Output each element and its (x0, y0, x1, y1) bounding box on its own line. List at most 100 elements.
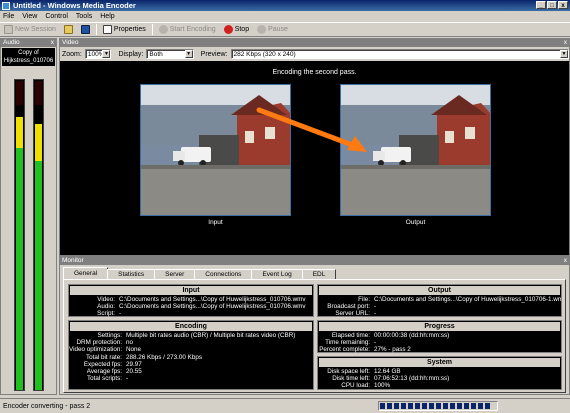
meter-yellow-zone (35, 124, 42, 161)
stat-label: Average fps: (86, 367, 122, 375)
output-rows: File: C:\Documents and Settings...\Copy o… (318, 296, 561, 318)
chevron-down-icon[interactable]: ▼ (559, 50, 568, 58)
stat-row: Video optimization: None (69, 346, 313, 353)
stat-value: - (374, 339, 377, 347)
properties-button[interactable]: Properties (101, 24, 148, 36)
meter-green-zone (35, 161, 42, 390)
stat-value: C:\Documents and Settings...\Copy of Huw… (119, 303, 306, 311)
menu-file[interactable]: File (3, 13, 14, 20)
input-label: Input (208, 219, 223, 226)
close-icon[interactable]: x (564, 257, 567, 265)
menu-tools[interactable]: Tools (76, 13, 92, 20)
stat-row: Server URL: - (318, 310, 561, 317)
preview-select[interactable]: 282 Kbps (320 x 240) ▼ (230, 49, 569, 59)
properties-label: Properties (113, 26, 146, 33)
toolbar: New Session Properties Start Encoding St… (0, 22, 570, 37)
zoom-select[interactable]: 100% ▼ (84, 49, 112, 59)
menu-view[interactable]: View (22, 13, 37, 20)
audio-source-line1: Copy of (18, 50, 39, 56)
tab-statistics[interactable]: Statistics (107, 269, 156, 279)
stat-label: Audio: (97, 303, 115, 311)
new-session-icon (4, 25, 13, 34)
stat-value: 288.26 Kbps / 273.00 Kbps (126, 353, 202, 361)
meter-green-zone (16, 148, 23, 390)
stat-row: File: C:\Documents and Settings...\Copy o… (318, 296, 561, 303)
stat-label: Percent complete: (319, 346, 370, 354)
stat-row: Audio: C:\Documents and Settings...\Copy … (69, 303, 313, 310)
stop-label: Stop (234, 26, 250, 33)
tab-server[interactable]: Server (154, 269, 196, 279)
toolbar-separator (151, 24, 153, 35)
menu-bar: File View Control Tools Help (0, 11, 570, 22)
stat-label: DRM protection: (76, 339, 123, 347)
display-label: Display: (118, 50, 144, 58)
system-section: System Disk space left: 12.64 GB Disk time… (317, 356, 562, 390)
display-select[interactable]: Both ▼ (146, 49, 194, 59)
tab-connections[interactable]: Connections (194, 269, 253, 279)
stat-label: Server URL: (335, 310, 370, 318)
app-icon (2, 1, 10, 10)
save-icon (80, 25, 90, 34)
system-section-title: System (319, 358, 560, 367)
stat-label: Total scripts: (87, 375, 122, 383)
stat-label: Disk space left: (327, 368, 370, 375)
minimize-button[interactable]: _ (536, 1, 546, 9)
tab-general[interactable]: General (63, 267, 109, 279)
menu-help[interactable]: Help (100, 13, 114, 20)
stat-row: DRM protection: no (69, 339, 313, 346)
stop-button[interactable]: Stop (222, 24, 251, 36)
stat-value: 29.97 (126, 360, 142, 368)
video-display: Encoding the second pass. Input Output (60, 61, 569, 255)
maximize-button[interactable]: □ (547, 1, 557, 9)
stat-value: 20.55 (126, 367, 142, 375)
input-section-title: Input (70, 286, 312, 295)
close-button[interactable]: x (558, 1, 568, 9)
encoding-message: Encoding the second pass. (272, 69, 357, 76)
tab-event-log[interactable]: Event Log (251, 269, 303, 279)
pause-icon (257, 25, 267, 34)
output-section: Output File: C:\Documents and Settings...… (317, 284, 562, 317)
open-button[interactable] (62, 24, 75, 36)
general-tab-content: Input Video: C:\Documents and Settings...… (63, 279, 566, 393)
save-button[interactable] (79, 24, 92, 36)
close-icon[interactable]: x (564, 39, 567, 47)
stat-row: Average fps: 20.55 (69, 368, 313, 375)
progress-rows: Elapsed time: 00:00:00:38 (dd:hh:mm:ss) Ti… (318, 332, 561, 354)
close-icon[interactable]: x (51, 39, 54, 47)
stat-label: CPU load: (341, 382, 370, 390)
stat-row: Video: C:\Documents and Settings...\Copy … (69, 296, 313, 303)
stat-row: Script: - (69, 310, 313, 317)
system-rows: Disk space left: 12.64 GB Disk time left: 0… (318, 368, 561, 390)
stat-row: CPU load: 100% (318, 382, 561, 389)
menu-control[interactable]: Control (45, 13, 68, 20)
meter-peak-zone (16, 81, 23, 105)
video-controls: Zoom: 100% ▼ Display: Both ▼ Preview: 28… (60, 47, 569, 61)
right-audio-meter (33, 79, 44, 391)
tab-edl[interactable]: EDL (301, 269, 337, 279)
stat-label: Script: (97, 310, 115, 318)
encoding-section: Encoding Settings: Multiple bit rates aud… (68, 320, 314, 390)
stat-row: Total scripts: - (69, 375, 313, 382)
stat-label: Video: (97, 296, 115, 303)
chevron-down-icon[interactable]: ▼ (102, 50, 111, 58)
stat-label: File: (358, 296, 370, 303)
arrow-annotation (256, 107, 367, 152)
progress-section: Progress Elapsed time: 00:00:00:38 (dd:hh… (317, 320, 562, 353)
output-label: Output (405, 219, 426, 226)
chevron-down-icon[interactable]: ▼ (184, 50, 193, 58)
stat-value: C:\Documents and Settings...\Copy of Huw… (119, 296, 306, 303)
stat-value: 12.64 GB (374, 368, 401, 375)
audio-source-line2: Hijkstress_010706 (3, 58, 54, 64)
toolbar-separator (95, 24, 97, 35)
pause-button[interactable]: Pause (255, 24, 290, 36)
new-session-button[interactable]: New Session (2, 24, 58, 36)
left-audio-meter (14, 79, 25, 391)
start-encoding-button[interactable]: Start Encoding (157, 24, 218, 36)
stat-value: - (374, 303, 377, 311)
stat-value: 27% - pass 2 (374, 346, 411, 354)
stop-icon (223, 25, 233, 34)
encoding-progress-bar (378, 401, 498, 411)
video-panel-title: Video (62, 39, 79, 46)
new-session-label: New Session (15, 26, 56, 33)
stat-row: Disk space left: 12.64 GB (318, 368, 561, 375)
